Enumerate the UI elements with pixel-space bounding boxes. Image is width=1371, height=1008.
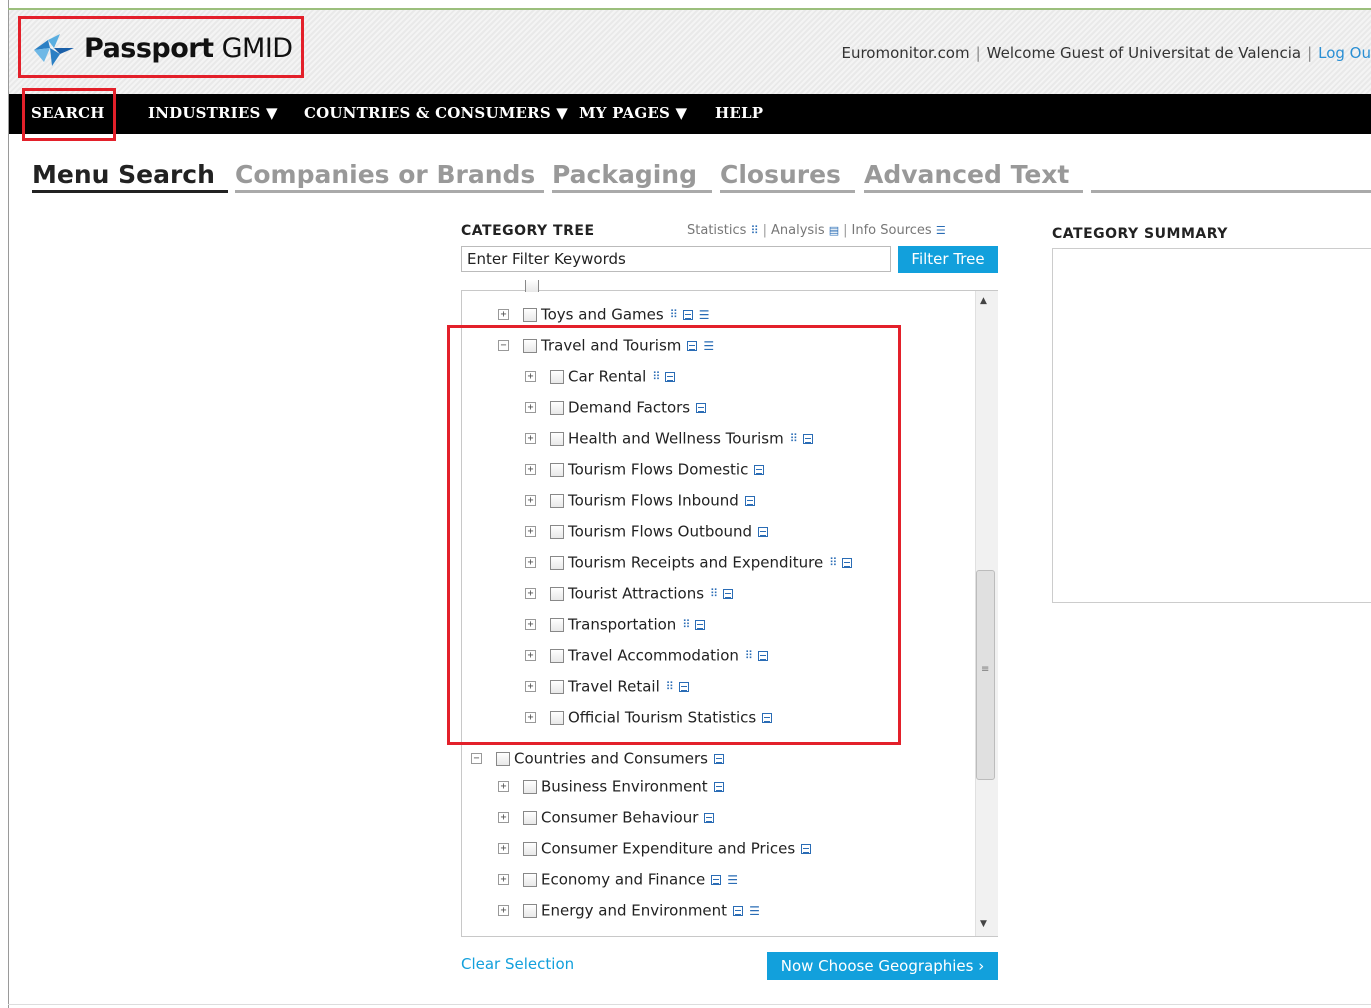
tree-row[interactable]: + Energy and Environment ☰ <box>498 901 760 923</box>
logout-link[interactable]: Log Ou <box>1318 44 1371 62</box>
statistics-link[interactable]: Statistics <box>687 223 746 238</box>
tab-advanced-text[interactable]: Advanced Text <box>864 160 1069 189</box>
clear-selection-link[interactable]: Clear Selection <box>461 955 574 973</box>
expand-icon[interactable]: + <box>498 843 509 854</box>
category-tree-title: CATEGORY TREE <box>461 223 595 239</box>
expand-icon[interactable]: + <box>498 309 509 320</box>
window-top-border <box>8 8 1371 10</box>
analysis-icon[interactable] <box>801 843 812 854</box>
separator: | <box>1307 44 1313 62</box>
tree-tool-links: Statistics ⠿ | Analysis ▤ | Info Sources ☰ <box>687 223 946 238</box>
separator: | <box>975 44 981 62</box>
checkbox[interactable] <box>523 810 537 825</box>
tree-item-label[interactable]: Consumer Behaviour <box>541 809 698 827</box>
scroll-down-icon[interactable]: ▼ <box>980 919 987 929</box>
filter-tree-button[interactable]: Filter Tree <box>898 246 998 273</box>
travel-tourism-highlight-box <box>447 325 901 745</box>
checkbox[interactable] <box>523 872 537 887</box>
scrollbar-thumb[interactable] <box>976 570 995 780</box>
tab-underline <box>1091 190 1371 193</box>
checkbox[interactable] <box>523 307 537 322</box>
checkbox[interactable] <box>523 903 537 918</box>
checkbox[interactable] <box>523 841 537 856</box>
tree-row[interactable]: + Business Environment <box>498 777 724 799</box>
category-summary-title: CATEGORY SUMMARY <box>1052 226 1228 242</box>
tab-companies-brands[interactable]: Companies or Brands <box>235 160 535 189</box>
analysis-icon[interactable] <box>713 781 724 792</box>
expand-icon[interactable]: + <box>498 781 509 792</box>
filter-keywords-input[interactable] <box>461 246 891 272</box>
welcome-text: Welcome Guest of Universitat de Valencia <box>986 44 1302 62</box>
checkbox[interactable] <box>523 779 537 794</box>
tree-item-label[interactable]: Toys and Games <box>541 306 664 324</box>
grip-icon: ≡ <box>981 664 990 675</box>
expand-icon[interactable]: + <box>498 874 509 885</box>
info-sources-icon[interactable]: ☰ <box>727 873 738 887</box>
tree-row-partial <box>525 280 543 292</box>
separator: | <box>762 223 768 238</box>
analysis-icon[interactable] <box>704 812 715 823</box>
statistics-icon[interactable]: ⠿ <box>670 308 678 321</box>
tree-row[interactable]: + Economy and Finance ☰ <box>498 870 738 892</box>
analysis-icon[interactable] <box>713 753 724 764</box>
tree-row[interactable]: − Countries and Consumers <box>471 749 724 771</box>
tab-closures[interactable]: Closures <box>720 160 841 189</box>
tab-underline-active <box>32 190 228 193</box>
bottom-border <box>8 1004 1371 1005</box>
tree-row[interactable]: + Consumer Expenditure and Prices <box>498 839 812 861</box>
scroll-up-icon[interactable]: ▲ <box>980 296 987 306</box>
analysis-link[interactable]: Analysis <box>771 223 825 238</box>
analysis-icon: ▤ <box>828 224 840 237</box>
nav-countries-consumers[interactable]: COUNTRIES & CONSUMERS ▼ <box>304 104 568 122</box>
window-left-border <box>8 0 9 1008</box>
tree-row[interactable]: + Toys and Games ⠿ ☰ <box>498 305 710 327</box>
tab-packaging[interactable]: Packaging <box>552 160 697 189</box>
nav-my-pages[interactable]: MY PAGES ▼ <box>579 104 687 122</box>
info-sources-link[interactable]: Info Sources <box>852 223 932 238</box>
tree-item-label[interactable]: Business Environment <box>541 778 708 796</box>
tab-underline <box>864 190 1083 193</box>
logo-highlight-box <box>18 16 304 78</box>
separator: | <box>843 223 848 238</box>
category-summary-panel <box>1052 248 1371 603</box>
statistics-icon: ⠿ <box>750 224 759 237</box>
checkbox[interactable] <box>496 751 510 766</box>
nav-industries[interactable]: INDUSTRIES ▼ <box>148 104 278 122</box>
choose-geographies-button[interactable]: Now Choose Geographies › <box>767 952 998 980</box>
analysis-icon[interactable] <box>711 874 722 885</box>
search-highlight-box <box>22 88 116 141</box>
expand-icon[interactable]: + <box>498 812 509 823</box>
analysis-icon[interactable] <box>733 905 744 916</box>
tab-underline <box>235 190 544 193</box>
nav-help[interactable]: HELP <box>715 104 763 122</box>
tree-item-label[interactable]: Energy and Environment <box>541 902 727 920</box>
expand-icon[interactable]: + <box>498 905 509 916</box>
tree-item-label[interactable]: Economy and Finance <box>541 871 705 889</box>
info-sources-icon[interactable]: ☰ <box>699 308 710 322</box>
header-links: Euromonitor.com | Welcome Guest of Univers… <box>841 44 1371 62</box>
collapse-icon[interactable]: − <box>471 753 482 764</box>
info-sources-icon[interactable]: ☰ <box>749 904 760 918</box>
euromonitor-link[interactable]: Euromonitor.com <box>841 44 969 62</box>
tab-menu-search[interactable]: Menu Search <box>32 160 215 189</box>
tab-underline <box>552 190 712 193</box>
info-sources-icon: ☰ <box>935 224 946 237</box>
tree-item-label[interactable]: Consumer Expenditure and Prices <box>541 840 795 858</box>
checkbox[interactable] <box>525 280 539 292</box>
analysis-icon[interactable] <box>682 309 693 320</box>
tree-row[interactable]: + Consumer Behaviour <box>498 808 715 830</box>
tab-underline <box>720 190 855 193</box>
tree-item-label[interactable]: Countries and Consumers <box>514 750 708 768</box>
